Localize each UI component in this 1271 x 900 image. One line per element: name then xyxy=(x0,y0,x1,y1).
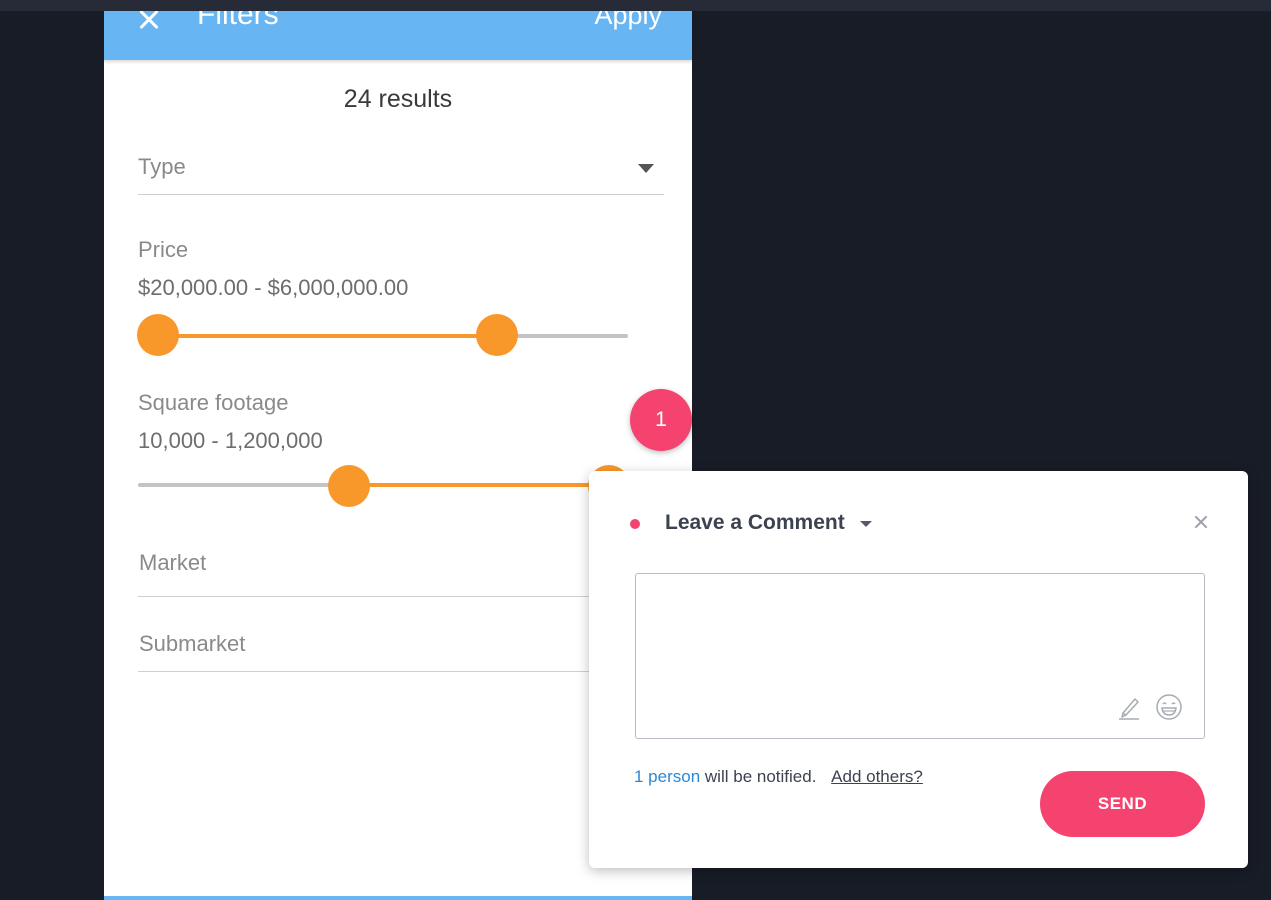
send-button[interactable]: SEND xyxy=(1040,771,1205,837)
chevron-down-icon[interactable] xyxy=(860,521,872,527)
price-label: Price xyxy=(138,237,189,262)
submarket-select-label: Submarket xyxy=(139,631,246,656)
price-min-handle[interactable] xyxy=(137,314,179,356)
comment-badge[interactable]: 1 xyxy=(630,389,692,451)
comment-popup: Leave a Comment 1 person will be notifie… xyxy=(589,471,1248,868)
type-select-label: Type xyxy=(138,154,186,179)
filters-title: Filters xyxy=(197,11,279,31)
market-select-label: Market xyxy=(139,550,207,575)
chevron-down-icon xyxy=(638,164,654,173)
market-select[interactable]: Market xyxy=(138,543,664,597)
apply-button[interactable]: Apply xyxy=(594,11,662,31)
emoji-icon[interactable] xyxy=(1154,692,1184,722)
popup-pointer xyxy=(648,458,674,471)
filters-header: Filters Apply xyxy=(104,11,692,60)
square-footage-value: 10,000 - 1,200,000 xyxy=(138,428,323,453)
notify-text: 1 person will be notified. Add others? xyxy=(634,767,923,787)
add-others-link[interactable]: Add others? xyxy=(831,767,923,786)
notify-count-link[interactable]: 1 person xyxy=(634,767,700,786)
type-select[interactable]: Type xyxy=(138,147,664,195)
pen-icon[interactable] xyxy=(1114,692,1144,722)
results-count: 24 results xyxy=(343,85,453,113)
price-slider-fill xyxy=(158,334,497,338)
price-value: $20,000.00 - $6,000,000.00 xyxy=(138,275,409,300)
notify-message: will be notified. xyxy=(704,767,817,786)
price-max-handle[interactable] xyxy=(476,314,518,356)
status-dot xyxy=(630,519,640,529)
comment-popup-title: Leave a Comment xyxy=(665,511,845,534)
square-footage-label: Square footage xyxy=(138,390,289,415)
top-bar xyxy=(0,0,1271,11)
submarket-select[interactable]: Submarket xyxy=(138,624,664,672)
close-icon[interactable] xyxy=(134,11,164,35)
close-icon[interactable] xyxy=(1190,511,1212,533)
panel-bottom-bar xyxy=(104,896,692,900)
square-footage-min-handle[interactable] xyxy=(328,465,370,507)
square-footage-slider-fill xyxy=(349,483,609,487)
comment-input-box xyxy=(635,573,1205,739)
